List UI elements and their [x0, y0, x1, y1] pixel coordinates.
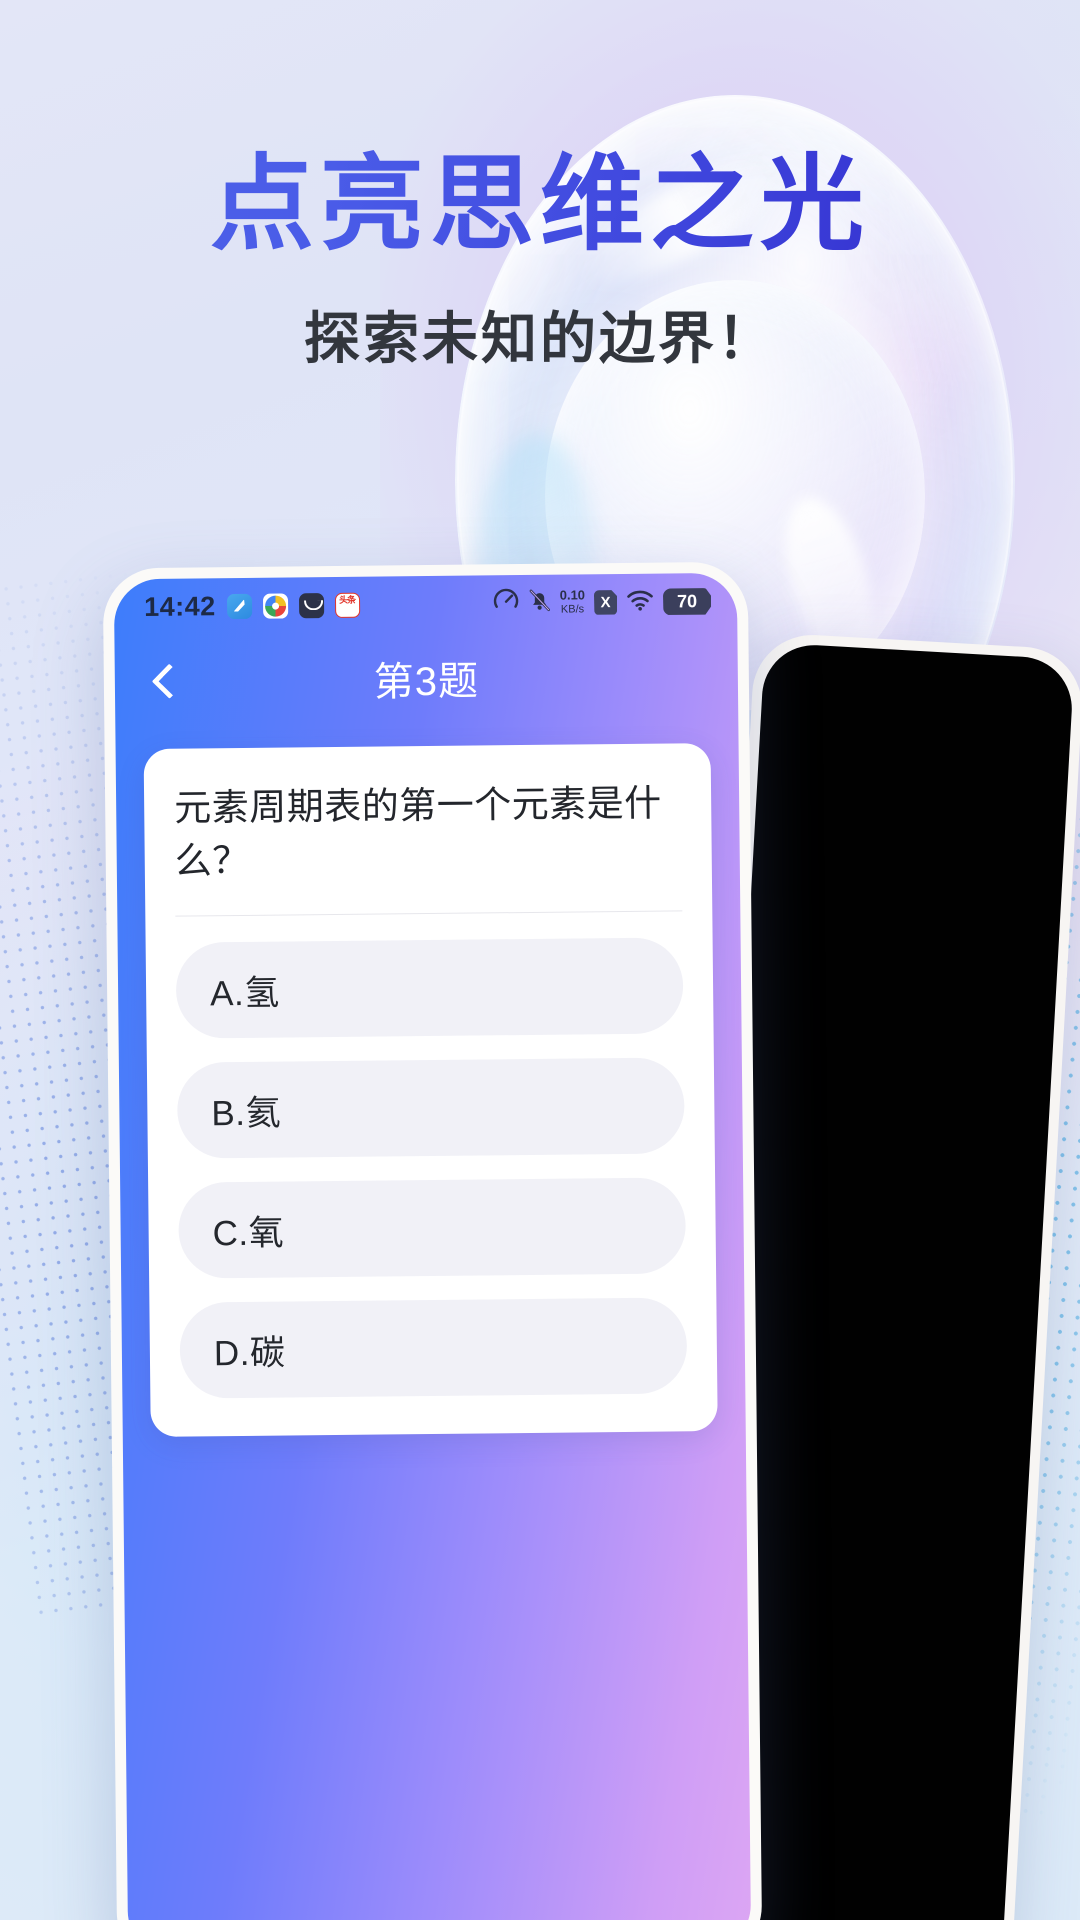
foreground-phone-device: 14:42 头条 0.10 KB/s X 70 第3题 元素周期表的第一个元素是…	[102, 561, 763, 1920]
answer-option-d[interactable]: D.碳	[179, 1297, 688, 1399]
promo-headline: 点亮思维之光	[0, 148, 1080, 263]
wifi-icon	[626, 587, 654, 616]
answer-option-b[interactable]: B.氦	[176, 1057, 685, 1159]
status-bar-right: 0.10 KB/s X 70	[493, 586, 712, 619]
page-title: 第3题	[373, 659, 480, 705]
answer-option-c[interactable]: C.氧	[178, 1177, 687, 1279]
question-card: 元素周期表的第一个元素是什么？ A.氢 B.氦 C.氧 D.碳	[143, 743, 718, 1438]
promo-subheadline: 探索未知的边界！	[304, 307, 776, 370]
question-divider	[175, 910, 683, 917]
speedometer-icon	[493, 588, 519, 619]
bell-muted-icon	[528, 588, 551, 618]
phone-screen: 14:42 头条 0.10 KB/s X 70 第3题 元素周期表的第一个元素是…	[113, 572, 752, 1920]
network-speed-unit: KB/s	[560, 603, 585, 616]
network-speed-indicator: 0.10 KB/s	[559, 587, 586, 616]
status-bar: 14:42 头条 0.10 KB/s X 70	[114, 573, 738, 636]
battery-indicator: 70	[663, 588, 711, 616]
network-speed-value: 0.10	[559, 587, 586, 603]
app-navigation-bar: 第3题	[114, 629, 738, 728]
color-app-icon	[262, 592, 288, 619]
status-bar-left: 14:42 头条	[144, 589, 360, 622]
sim-card-icon: X	[594, 590, 617, 615]
mail-app-icon	[298, 592, 324, 618]
status-bar-clock: 14:42	[143, 590, 216, 622]
answer-option-a[interactable]: A.氢	[175, 937, 684, 1039]
promo-poster: 点亮思维之光 探索未知的边界！ 14:42 头条 0.10 KB/s X 70 …	[0, 0, 1080, 1920]
doc-app-icon	[226, 593, 252, 619]
toutiao-app-icon: 头条	[334, 592, 360, 618]
question-text: 元素周期表的第一个元素是什么？	[173, 782, 662, 882]
back-button[interactable]	[143, 654, 196, 707]
chevron-left-icon	[151, 663, 187, 699]
